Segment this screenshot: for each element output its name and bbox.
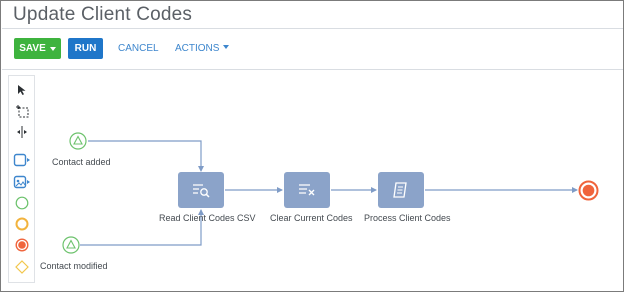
- diagram-connectors: [80, 140, 578, 246]
- task-shape-icon[interactable]: [9, 150, 34, 170]
- read-client-codes-csv-task[interactable]: [178, 172, 224, 208]
- contact-modified-label: Contact modified: [40, 261, 108, 271]
- clear-current-codes-task[interactable]: [284, 172, 330, 208]
- read-client-codes-csv-label: Read Client Codes CSV: [159, 213, 256, 223]
- subprocess-shape-icon[interactable]: [9, 172, 34, 192]
- clear-list-icon: [299, 184, 315, 196]
- clear-current-codes-label: Clear Current Codes: [270, 213, 353, 223]
- start-event-icon[interactable]: [9, 193, 34, 213]
- region-select-icon[interactable]: [9, 101, 34, 121]
- search-list-icon: [193, 184, 210, 198]
- process-designer-window: Update Client Codes SAVE RUN CANCEL ACTI…: [0, 0, 624, 292]
- contact-added-event[interactable]: [69, 132, 87, 150]
- contact-modified-event[interactable]: [62, 236, 80, 254]
- start-signal-icon: [69, 132, 87, 150]
- element-palette: [8, 75, 35, 283]
- pointer-icon[interactable]: [9, 80, 34, 100]
- end-event-circle-icon: [578, 180, 599, 201]
- start-signal-icon: [62, 236, 80, 254]
- script-icon: [393, 182, 407, 198]
- gateway-icon[interactable]: [9, 257, 34, 277]
- end-event[interactable]: [578, 180, 599, 201]
- process-client-codes-task[interactable]: [378, 172, 424, 208]
- process-client-codes-label: Process Client Codes: [364, 213, 451, 223]
- intermediate-event-icon[interactable]: [9, 214, 34, 234]
- contact-added-label: Contact added: [52, 157, 111, 167]
- lane-split-icon[interactable]: [9, 122, 34, 142]
- end-event-icon[interactable]: [9, 235, 34, 255]
